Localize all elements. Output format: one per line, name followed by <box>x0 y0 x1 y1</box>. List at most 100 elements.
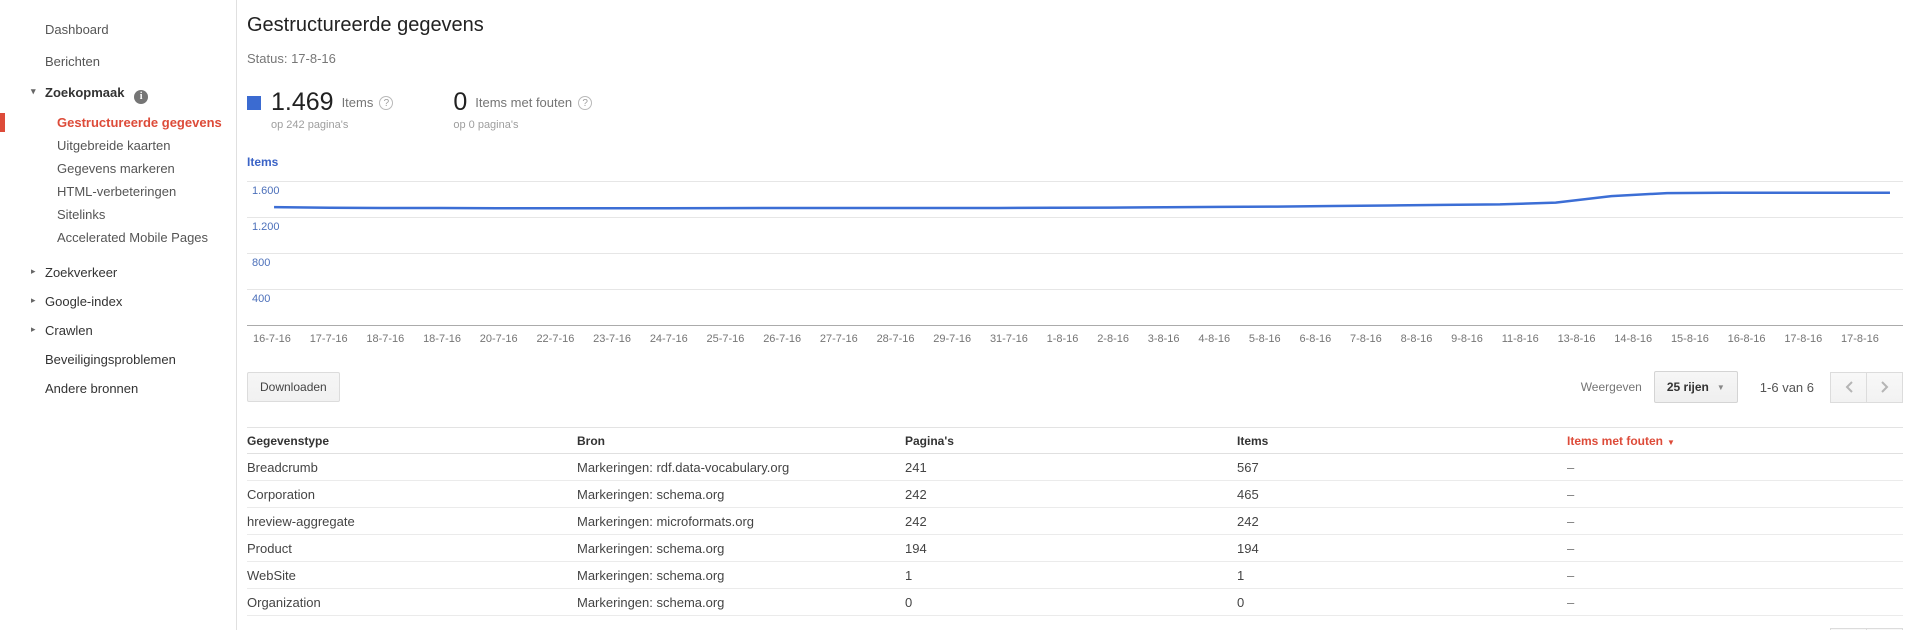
items-sub-text: op 242 pagina's <box>247 119 393 131</box>
cell-items: 465 <box>1237 487 1567 502</box>
cell-fouten: – <box>1567 460 1903 475</box>
selected-indicator <box>0 113 5 132</box>
cell-fouten: – <box>1567 541 1903 556</box>
cell-paginas: 242 <box>905 487 1237 502</box>
table-row[interactable]: Corporation Markeringen: schema.org 242 … <box>247 481 1903 508</box>
chart-canvas <box>247 177 1903 327</box>
x-axis-label: 20-7-16 <box>480 333 518 345</box>
x-axis-label: 18-7-16 <box>366 333 404 345</box>
cell-gegevenstype[interactable]: Product <box>247 541 577 556</box>
sidebar-item-crawlen[interactable]: ▸ Crawlen <box>0 316 236 345</box>
cell-items: 242 <box>1237 514 1567 529</box>
stats-row: 1.469 Items ? op 242 pagina's 0 Items me… <box>247 88 1903 131</box>
sidebar-item-label: Andere bronnen <box>45 381 138 396</box>
cell-items: 567 <box>1237 460 1567 475</box>
cell-fouten: – <box>1567 514 1903 529</box>
x-axis-label: 25-7-16 <box>707 333 745 345</box>
column-header-items-met-fouten[interactable]: Items met fouten ▼ <box>1567 434 1903 448</box>
sidebar-item-sitelinks[interactable]: Sitelinks <box>0 203 236 226</box>
x-axis-label: 17-7-16 <box>310 333 348 345</box>
chevron-down-icon: ▼ <box>1717 383 1725 392</box>
next-page-button[interactable] <box>1866 372 1903 403</box>
prev-page-button[interactable] <box>1830 372 1867 403</box>
cell-gegevenstype[interactable]: WebSite <box>247 568 577 583</box>
cell-gegevenstype[interactable]: hreview-aggregate <box>247 514 577 529</box>
status-text: Status: 17-8-16 <box>247 51 1903 66</box>
errors-count: 0 <box>453 88 467 117</box>
sidebar-item-html-verbeteringen[interactable]: HTML-verbeteringen <box>0 180 236 203</box>
sidebar-item-andere-bronnen[interactable]: Andere bronnen <box>0 374 236 403</box>
items-label: Items <box>342 95 374 110</box>
sidebar-item-label: Sitelinks <box>57 207 105 222</box>
help-icon[interactable]: ? <box>578 96 592 110</box>
cell-fouten: – <box>1567 487 1903 502</box>
cell-bron: Markeringen: schema.org <box>577 541 905 556</box>
sidebar-item-beveiligingsproblemen[interactable]: Beveiligingsproblemen <box>0 345 236 374</box>
column-header-items[interactable]: Items <box>1237 434 1567 448</box>
x-axis-label: 7-8-16 <box>1350 333 1382 345</box>
cell-paginas: 0 <box>905 595 1237 610</box>
cell-paginas: 242 <box>905 514 1237 529</box>
errors-label: Items met fouten <box>475 95 572 110</box>
items-legend-swatch <box>247 96 261 110</box>
cell-items: 194 <box>1237 541 1567 556</box>
cell-bron: Markeringen: microformats.org <box>577 514 905 529</box>
stat-items: 1.469 Items ? op 242 pagina's <box>247 88 393 131</box>
cell-items: 0 <box>1237 595 1567 610</box>
table-row[interactable]: Organization Markeringen: schema.org 0 0… <box>247 589 1903 616</box>
table-row[interactable]: Breadcrumb Markeringen: rdf.data-vocabul… <box>247 454 1903 481</box>
sidebar-item-berichten[interactable]: Berichten <box>0 46 236 78</box>
cell-bron: Markeringen: schema.org <box>577 487 905 502</box>
column-header-paginas[interactable]: Pagina's <box>905 434 1237 448</box>
sidebar-item-label: Gestructureerde gegevens <box>57 115 222 130</box>
x-axis-label: 2-8-16 <box>1097 333 1129 345</box>
download-button[interactable]: Downloaden <box>247 372 340 402</box>
column-header-gegevenstype[interactable]: Gegevenstype <box>247 434 577 448</box>
help-icon[interactable]: ? <box>379 96 393 110</box>
cell-fouten: – <box>1567 595 1903 610</box>
x-axis-label: 24-7-16 <box>650 333 688 345</box>
sidebar-item-amp[interactable]: Accelerated Mobile Pages <box>0 226 236 249</box>
page-title: Gestructureerde gegevens <box>247 14 1903 37</box>
table-row[interactable]: hreview-aggregate Markeringen: microform… <box>247 508 1903 535</box>
x-axis-label: 18-7-16 <box>423 333 461 345</box>
sidebar-item-label: Zoekopmaak <box>45 85 124 100</box>
cell-gegevenstype[interactable]: Organization <box>247 595 577 610</box>
x-axis-label: 27-7-16 <box>820 333 858 345</box>
sort-desc-icon: ▼ <box>1667 438 1675 447</box>
chevron-collapsed-icon: ▸ <box>31 266 36 277</box>
info-icon[interactable]: i <box>134 90 148 104</box>
x-axis-label: 26-7-16 <box>763 333 801 345</box>
sidebar-item-gegevens-markeren[interactable]: Gegevens markeren <box>0 157 236 180</box>
table-row[interactable]: Product Markeringen: schema.org 194 194 … <box>247 535 1903 562</box>
rows-per-page-value: 25 rijen <box>1667 380 1709 394</box>
sidebar-item-zoekverkeer[interactable]: ▸ Zoekverkeer <box>0 258 236 287</box>
sidebar-item-label: Gegevens markeren <box>57 161 175 176</box>
cell-gegevenstype[interactable]: Corporation <box>247 487 577 502</box>
chart-plot-area: 1.600 1.200 800 400 <box>247 177 1903 327</box>
table-row[interactable]: WebSite Markeringen: schema.org 1 1 – <box>247 562 1903 589</box>
table-toolbar: Downloaden Weergeven 25 rijen ▼ 1-6 van … <box>247 371 1903 403</box>
x-axis-label: 17-8-16 <box>1784 333 1822 345</box>
items-line-series <box>274 193 1890 208</box>
x-axis-label: 22-7-16 <box>536 333 574 345</box>
sidebar-item-google-index[interactable]: ▸ Google-index <box>0 287 236 316</box>
main-content: Gestructureerde gegevens Status: 17-8-16… <box>237 0 1920 630</box>
structured-data-table: Gegevenstype Bron Pagina's Items Items m… <box>247 427 1903 616</box>
column-header-label: Items met fouten <box>1567 434 1663 448</box>
sidebar-item-uitgebreide-kaarten[interactable]: Uitgebreide kaarten <box>0 134 236 157</box>
sidebar-item-dashboard[interactable]: Dashboard <box>0 14 236 46</box>
chart-title: Items <box>247 155 1903 169</box>
rows-per-page-select[interactable]: 25 rijen ▼ <box>1654 371 1738 403</box>
pagination-range: 1-6 van 6 <box>1760 380 1814 395</box>
errors-sub-text: op 0 pagina's <box>453 119 592 131</box>
x-axis-label: 3-8-16 <box>1148 333 1180 345</box>
sidebar-item-zoekopmaak[interactable]: ▾ Zoekopmaak i <box>0 78 236 111</box>
sidebar: Dashboard Berichten ▾ Zoekopmaak i Gestr… <box>0 0 237 630</box>
sidebar-item-label: Accelerated Mobile Pages <box>57 230 208 245</box>
rows-per-page-label: Weergeven <box>1581 380 1642 394</box>
chevron-collapsed-icon: ▸ <box>31 324 36 335</box>
cell-gegevenstype[interactable]: Breadcrumb <box>247 460 577 475</box>
column-header-bron[interactable]: Bron <box>577 434 905 448</box>
sidebar-item-gestructureerde-gegevens[interactable]: Gestructureerde gegevens <box>0 111 236 134</box>
